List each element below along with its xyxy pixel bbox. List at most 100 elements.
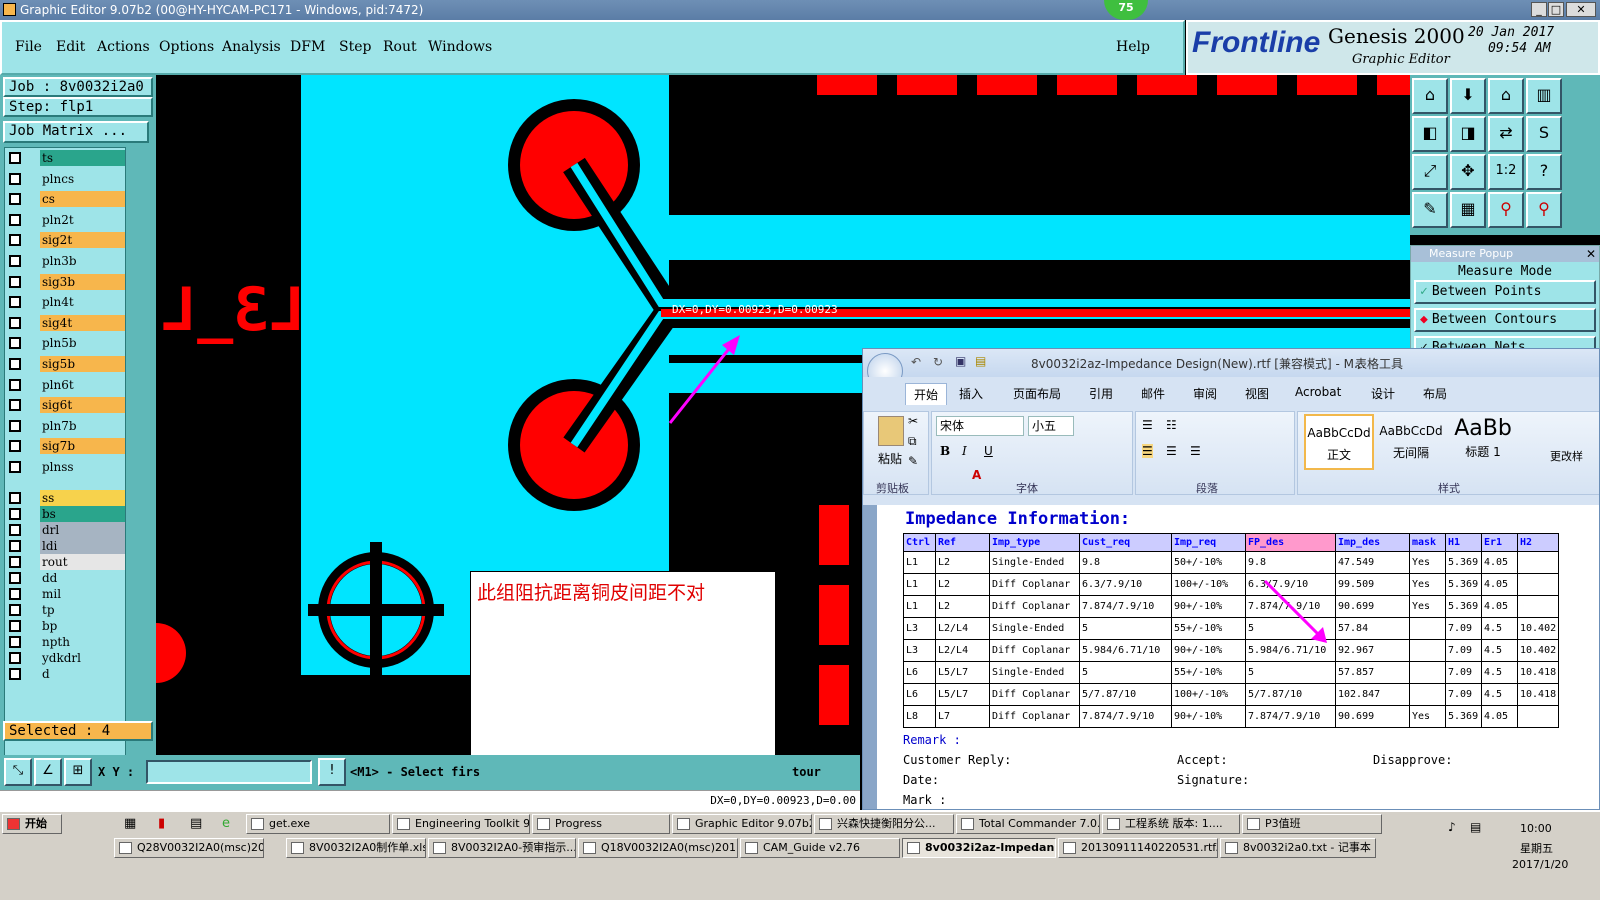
table-cell[interactable]: 7.874/7.9/10: [1245, 705, 1336, 728]
table-cell[interactable]: 90+/-10%: [1171, 705, 1246, 728]
table-cell[interactable]: 4.5: [1481, 617, 1518, 640]
table-cell[interactable]: 7.874/7.9/10: [1079, 705, 1172, 728]
layer-row-pln7b[interactable]: pln7b: [7, 417, 125, 434]
table-cell[interactable]: [1409, 639, 1446, 662]
table-cell[interactable]: [1516, 573, 1560, 596]
table-cell[interactable]: 57.857: [1335, 661, 1410, 684]
table-cell[interactable]: [1409, 683, 1446, 706]
layer-checkbox[interactable]: [9, 440, 21, 453]
table-cell[interactable]: 5: [1245, 661, 1336, 684]
tab-insert[interactable]: 插入: [959, 385, 983, 402]
layer-checkbox[interactable]: [9, 524, 21, 536]
table-cell[interactable]: 7.09: [1445, 683, 1482, 706]
menu-help[interactable]: Help: [1116, 39, 1150, 55]
menu-actions[interactable]: Actions: [97, 39, 150, 55]
layer-row-pln6t[interactable]: pln6t: [7, 376, 125, 393]
table-cell[interactable]: 90+/-10%: [1171, 595, 1246, 618]
taskbar-button[interactable]: 8v0032i2az-Impedan...: [902, 838, 1056, 858]
font-name-select[interactable]: 宋体: [936, 416, 1024, 436]
table-cell[interactable]: 4.5: [1481, 639, 1518, 662]
menu-analysis[interactable]: Analysis: [222, 39, 281, 55]
layer-row-dd[interactable]: dd: [7, 570, 125, 586]
tab-layout[interactable]: 布局: [1423, 385, 1447, 402]
table-cell[interactable]: 10.402: [1516, 639, 1560, 662]
table-cell[interactable]: L2/L4: [935, 639, 990, 662]
table-cell[interactable]: Yes: [1409, 595, 1446, 618]
align-center-icon[interactable]: ☰: [1166, 444, 1177, 458]
taskbar-button[interactable]: 20130911140220531.rtf...: [1058, 838, 1218, 858]
table-cell[interactable]: L5/L7: [935, 683, 990, 706]
zoom-tool-icon[interactable]: ⤡: [4, 758, 32, 786]
menu-file[interactable]: File: [15, 39, 42, 55]
layer-checkbox[interactable]: [9, 255, 21, 267]
layer-checkbox[interactable]: [9, 296, 21, 309]
table-cell[interactable]: L2: [935, 551, 990, 574]
quicklaunch-ie-icon[interactable]: e: [222, 816, 230, 831]
table-cell[interactable]: 90+/-10%: [1171, 639, 1246, 662]
table-cell[interactable]: [1516, 595, 1560, 618]
menu-dfm[interactable]: DFM: [290, 39, 325, 55]
layer-checkbox[interactable]: [9, 399, 21, 412]
layer-row-bp[interactable]: bp: [7, 618, 125, 634]
table-cell[interactable]: 10.418: [1516, 683, 1560, 706]
start-button[interactable]: 开始: [2, 814, 62, 834]
table-cell[interactable]: L3: [903, 639, 936, 662]
table-cell[interactable]: 9.8: [1245, 551, 1336, 574]
fit-icon[interactable]: ⤢: [1412, 154, 1448, 190]
format-painter-icon[interactable]: ✎: [908, 454, 918, 468]
table-cell[interactable]: 10.418: [1516, 661, 1560, 684]
table-cell[interactable]: L1: [903, 595, 936, 618]
italic-button[interactable]: I: [962, 444, 967, 458]
taskbar-button[interactable]: 兴森快捷衡阳分公...: [814, 814, 954, 834]
grid-icon[interactable]: ▦: [1450, 192, 1486, 228]
table-cell[interactable]: 5.984/6.71/10: [1079, 639, 1172, 662]
numbering-icon[interactable]: ☷: [1166, 418, 1177, 432]
tab-home[interactable]: 开始: [905, 383, 948, 406]
table-cell[interactable]: 99.509: [1335, 573, 1410, 596]
table-cell[interactable]: 90.699: [1335, 595, 1410, 618]
table-cell[interactable]: [1516, 551, 1560, 574]
table-cell[interactable]: 4.05: [1481, 595, 1518, 618]
table-cell[interactable]: 92.967: [1335, 639, 1410, 662]
table-cell[interactable]: L6: [903, 661, 936, 684]
layer-checkbox[interactable]: [9, 492, 21, 504]
table-cell[interactable]: Diff Coplanar: [989, 595, 1080, 618]
table-cell[interactable]: L1: [903, 551, 936, 574]
tab-design[interactable]: 设计: [1371, 385, 1395, 402]
layer-checkbox[interactable]: [9, 152, 21, 164]
maximize-button[interactable]: □: [1548, 2, 1564, 17]
layer-row-pln3b[interactable]: pln3b: [7, 253, 125, 269]
tab-page-layout[interactable]: 页面布局: [1013, 385, 1061, 402]
table-cell[interactable]: 5/7.87/10: [1079, 683, 1172, 706]
layer-row-npth[interactable]: npth: [7, 634, 125, 650]
layer-row-plnss[interactable]: plnss: [7, 459, 125, 475]
minimize-button[interactable]: _: [1531, 2, 1547, 17]
layer-row-sig2t[interactable]: sig2t: [7, 232, 125, 249]
table-cell[interactable]: Yes: [1409, 551, 1446, 574]
table-cell[interactable]: 57.84: [1335, 617, 1410, 640]
layer-checkbox[interactable]: [9, 668, 21, 680]
layer-checkbox[interactable]: [9, 172, 21, 185]
table-cell[interactable]: 100+/-10%: [1171, 683, 1246, 706]
taskbar-button[interactable]: Engineering Toolkit 9....: [392, 814, 530, 834]
swap-icon[interactable]: ⇄: [1488, 116, 1524, 152]
table-cell[interactable]: 100+/-10%: [1171, 573, 1246, 596]
table-cell[interactable]: 4.5: [1481, 661, 1518, 684]
taskbar-button[interactable]: Total Commander 7.0...: [956, 814, 1100, 834]
layer-checkbox[interactable]: [9, 604, 21, 616]
font-size-select[interactable]: 小五: [1028, 416, 1074, 436]
taskbar-button[interactable]: 工程系统 版本: 1....: [1102, 814, 1240, 834]
table-cell[interactable]: 5.369: [1445, 705, 1482, 728]
layer-row-sig5b[interactable]: sig5b: [7, 356, 125, 372]
quicklaunch-folder-icon[interactable]: ▦: [124, 816, 136, 831]
table-cell[interactable]: L1: [903, 573, 936, 596]
layer-row-sig4t[interactable]: sig4t: [7, 314, 125, 331]
table-cell[interactable]: 4.05: [1481, 573, 1518, 596]
menu-edit[interactable]: Edit: [56, 39, 85, 55]
table-cell[interactable]: 5.369: [1445, 573, 1482, 596]
layer-checkbox[interactable]: [9, 316, 21, 329]
layer-row-ydkdrl[interactable]: ydkdrl: [7, 650, 125, 666]
layer-row-pln2t[interactable]: pln2t: [7, 211, 125, 228]
table-cell[interactable]: L2: [935, 573, 990, 596]
right-arrow-icon[interactable]: ◨: [1450, 116, 1486, 152]
